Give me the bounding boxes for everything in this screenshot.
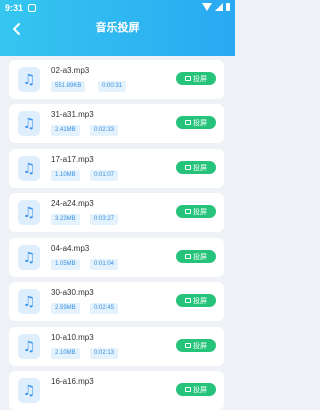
file-size: 551.89KB	[51, 81, 86, 92]
file-name: 16-a16.mp3	[51, 377, 94, 386]
cast-icon	[185, 254, 191, 259]
cast-button[interactable]: 投屏	[176, 116, 216, 129]
list-item[interactable]: ♫ 16-a16.mp3 投屏	[9, 371, 224, 410]
file-name: 10-a10.mp3	[51, 333, 94, 342]
cast-label: 投屏	[193, 118, 207, 127]
list-item[interactable]: ♫ 10-a10.mp3 2.10MB 0:02:13 投屏	[9, 327, 224, 366]
file-size: 2.10MB	[51, 348, 80, 359]
music-file-icon: ♫	[18, 378, 40, 403]
file-duration: 0:01:07	[90, 170, 119, 181]
status-icons	[202, 3, 230, 11]
page-title: 音乐投屏	[95, 21, 140, 34]
app-header: 9:31 音乐投屏	[0, 0, 235, 56]
cast-button[interactable]: 投屏	[176, 161, 216, 174]
music-file-icon: ♫	[18, 289, 40, 314]
cast-label: 投屏	[193, 74, 207, 83]
list-item[interactable]: ♫ 24-a24.mp3 3.23MB 0:03:27 投屏	[9, 193, 224, 232]
file-duration: 0:01:04	[90, 259, 119, 270]
file-name: 02-a3.mp3	[51, 66, 90, 75]
file-size: 2.41MB	[51, 125, 80, 136]
music-file-icon: ♫	[18, 245, 40, 270]
notification-icon	[28, 4, 36, 12]
music-file-icon: ♫	[18, 156, 40, 181]
file-name: 17-a17.mp3	[51, 155, 94, 164]
file-duration: 0:02:45	[90, 303, 119, 314]
cast-button[interactable]: 投屏	[176, 339, 216, 352]
file-duration: 0:02:13	[90, 348, 119, 359]
file-size: 3.23MB	[51, 214, 80, 225]
cast-label: 投屏	[193, 341, 207, 350]
music-file-icon: ♫	[18, 111, 40, 136]
signal-icon	[215, 3, 223, 11]
cast-button[interactable]: 投屏	[176, 72, 216, 85]
music-file-icon: ♫	[18, 200, 40, 225]
file-duration: 0:00:31	[98, 81, 127, 92]
music-file-icon: ♫	[18, 67, 40, 92]
list-item[interactable]: ♫ 17-a17.mp3 1.10MB 0:01:07 投屏	[9, 149, 224, 188]
cast-label: 投屏	[193, 163, 207, 172]
file-size: 2.59MB	[51, 303, 80, 314]
list-item[interactable]: ♫ 02-a3.mp3 551.89KB 0:00:31 投屏	[9, 60, 224, 99]
list-item[interactable]: ♫ 04-a4.mp3 1.05MB 0:01:04 投屏	[9, 238, 224, 277]
list-item[interactable]: ♫ 30-a30.mp3 2.59MB 0:02:45 投屏	[9, 282, 224, 321]
file-name: 30-a30.mp3	[51, 288, 94, 297]
cast-icon	[185, 165, 191, 170]
cast-button[interactable]: 投屏	[176, 205, 216, 218]
file-size: 1.05MB	[51, 259, 80, 270]
music-file-icon: ♫	[18, 334, 40, 359]
list-item[interactable]: ♫ 31-a31.mp3 2.41MB 0:02:33 投屏	[9, 104, 224, 143]
status-time: 9:31	[5, 3, 24, 13]
cast-label: 投屏	[193, 296, 207, 305]
wifi-icon	[202, 3, 212, 11]
file-name: 31-a31.mp3	[51, 110, 94, 119]
cast-icon	[185, 343, 191, 348]
file-size: 1.10MB	[51, 170, 80, 181]
battery-icon	[226, 3, 230, 11]
cast-label: 投屏	[193, 252, 207, 261]
file-name: 24-a24.mp3	[51, 199, 94, 208]
status-bar: 9:31	[0, 0, 235, 16]
cast-icon	[185, 120, 191, 125]
file-name: 04-a4.mp3	[51, 244, 90, 253]
cast-button[interactable]: 投屏	[176, 250, 216, 263]
cast-button[interactable]: 投屏	[176, 294, 216, 307]
file-duration: 0:02:33	[90, 125, 119, 136]
cast-icon	[185, 76, 191, 81]
cast-icon	[185, 209, 191, 214]
cast-label: 投屏	[193, 207, 207, 216]
file-duration: 0:03:27	[90, 214, 119, 225]
cast-icon	[185, 298, 191, 303]
